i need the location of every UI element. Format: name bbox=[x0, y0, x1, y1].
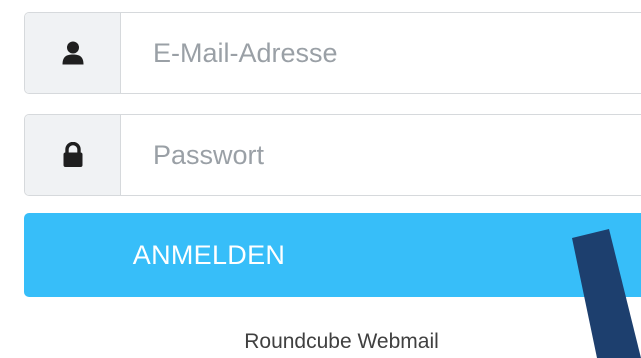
marker-stroke-shape bbox=[572, 229, 641, 358]
login-panel: ANMELDEN Roundcube Webmail bbox=[0, 0, 641, 358]
marker-stroke bbox=[572, 229, 641, 358]
